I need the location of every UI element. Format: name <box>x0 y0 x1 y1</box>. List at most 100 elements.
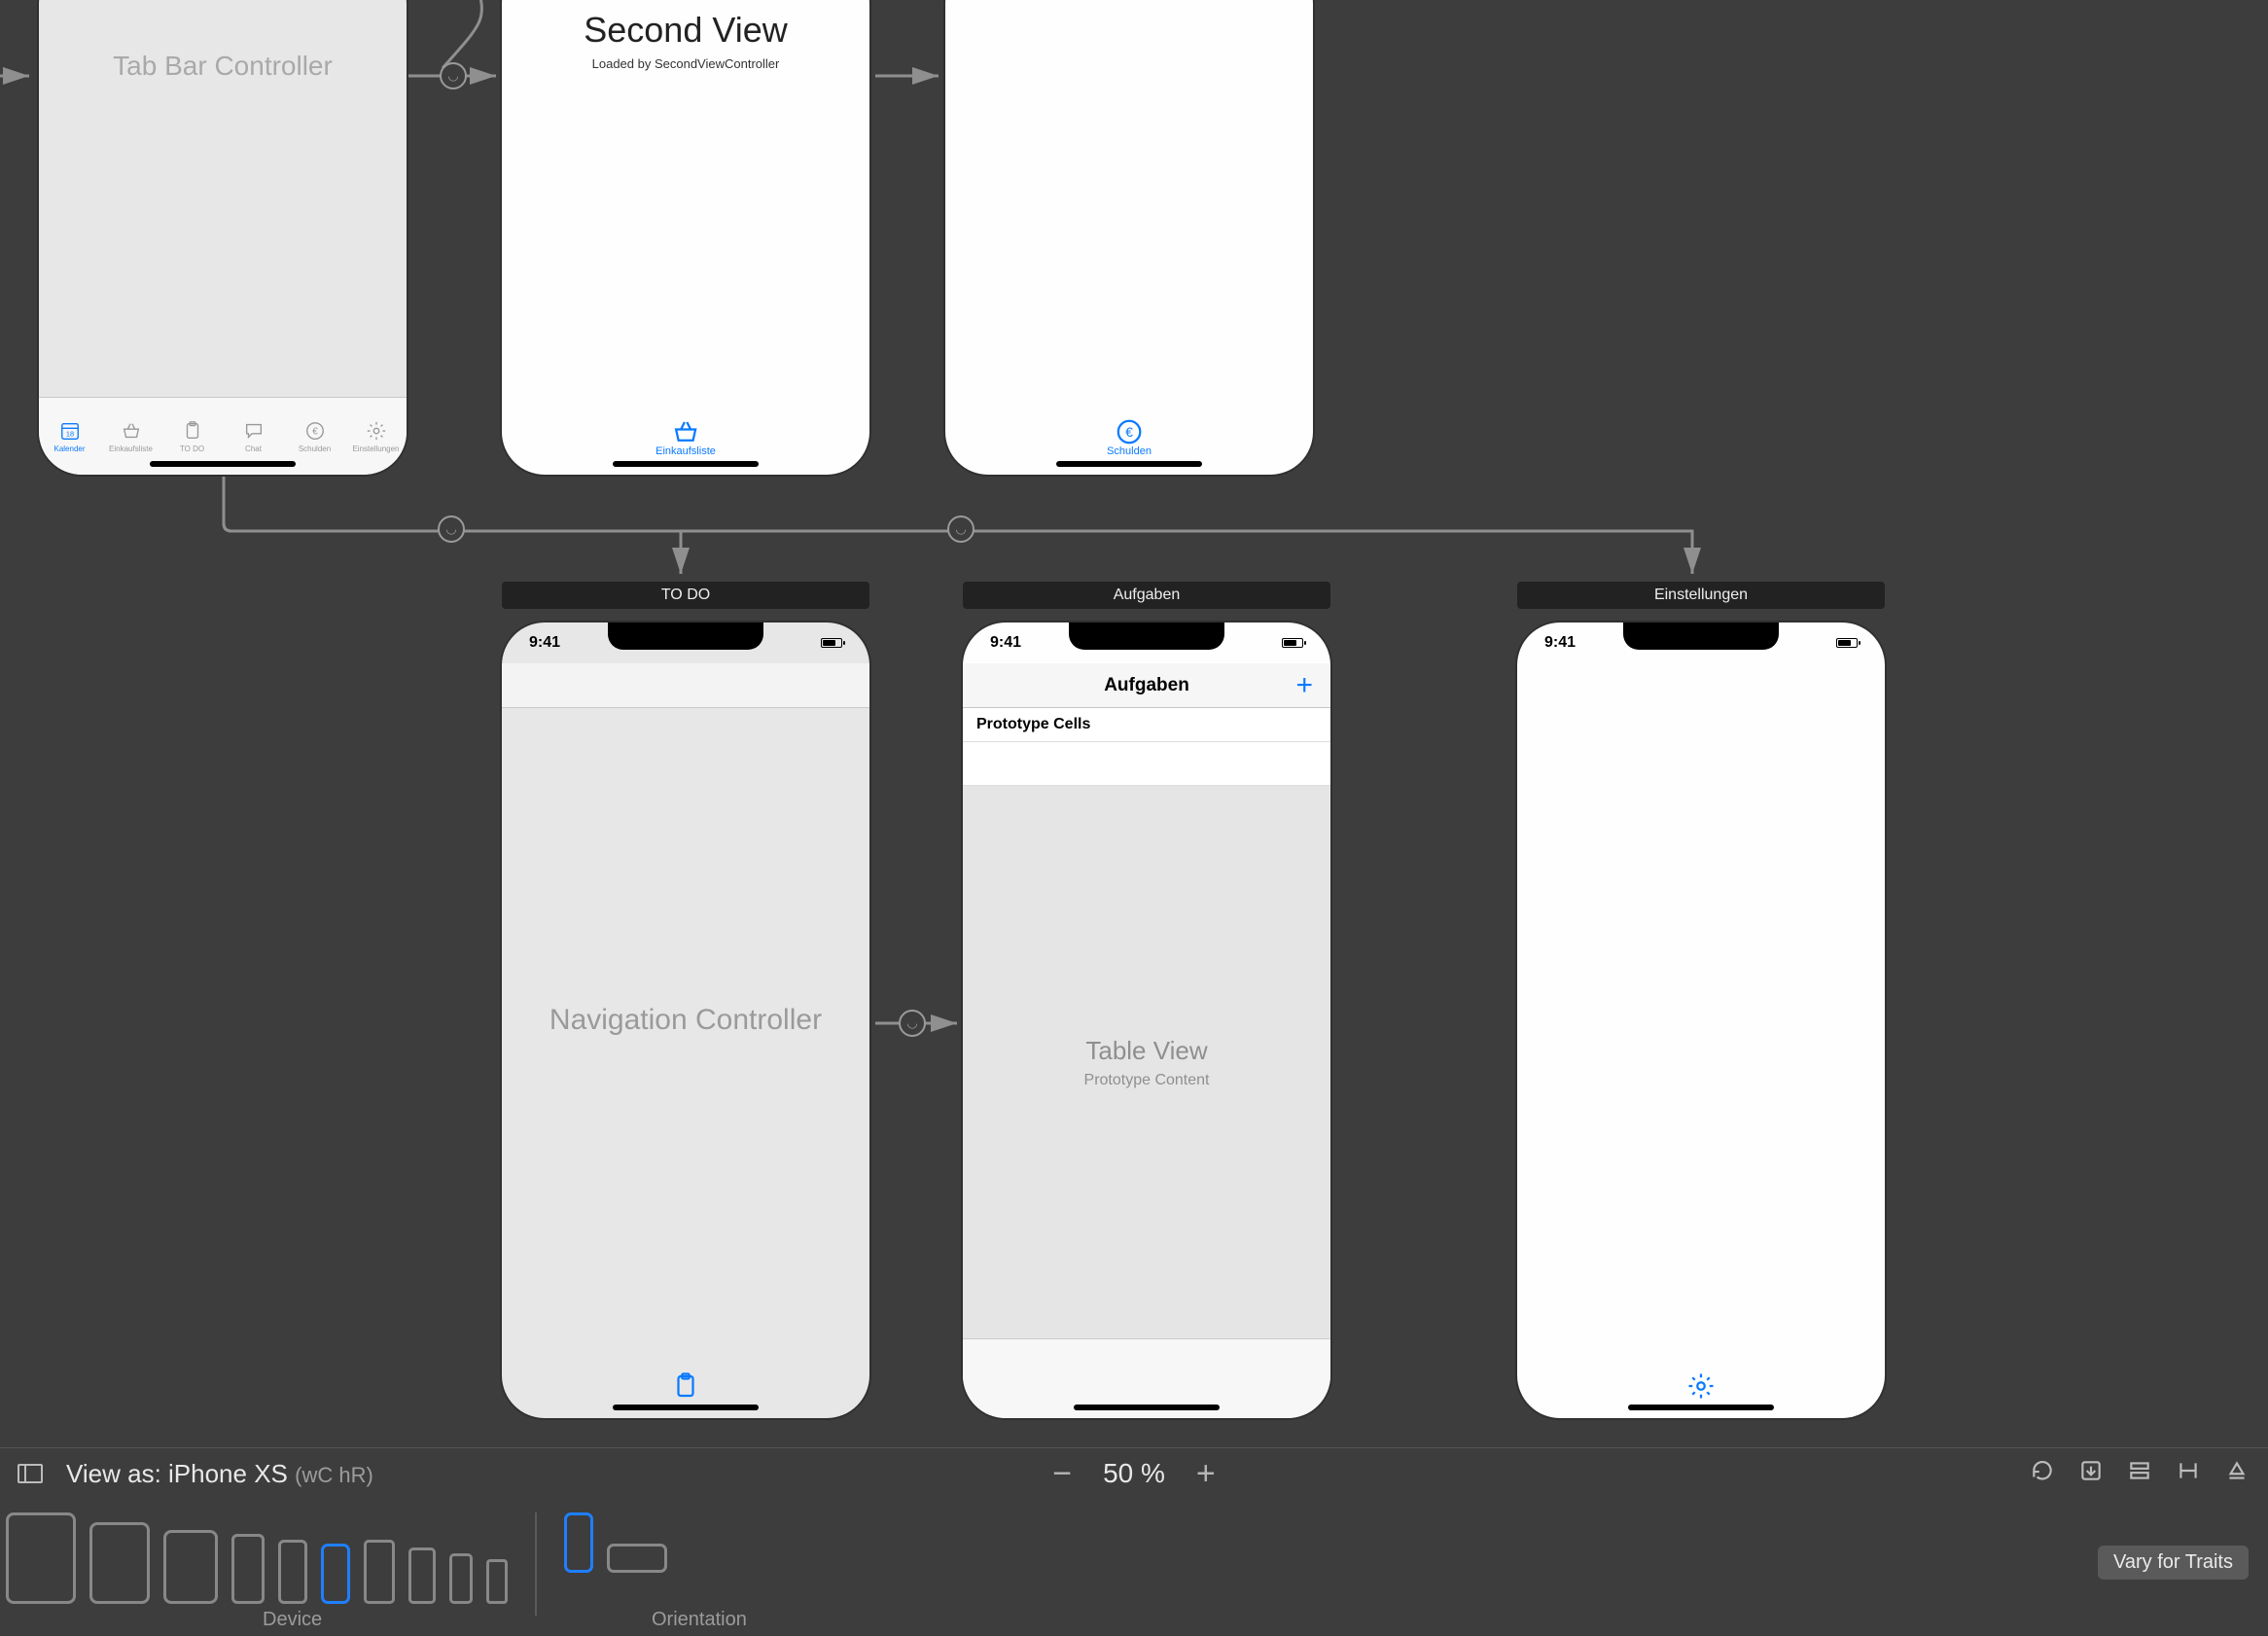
segue-badge[interactable]: ◡ <box>899 1010 926 1037</box>
tab-kalender[interactable]: 18 Kalender <box>39 398 100 457</box>
tab-einstellungen-single[interactable] <box>1686 1371 1716 1397</box>
storyboard-canvas[interactable]: ◡ ◡ ◡ ◡ Tab Bar Controller 18 Kalender E… <box>0 0 2268 1636</box>
battery-icon <box>821 638 842 648</box>
clipboard-icon <box>180 420 205 442</box>
tab-label: Schulden <box>1107 445 1152 457</box>
clipboard-icon <box>671 1371 700 1397</box>
tab-schulden[interactable]: € Schulden <box>284 398 345 457</box>
tab-einkaufsliste[interactable]: Einkaufsliste <box>100 398 161 457</box>
home-indicator <box>1056 461 1202 467</box>
tab-label: Einstellungen <box>352 445 399 453</box>
euro-icon: € <box>302 420 328 442</box>
scene-schulden[interactable]: € Schulden <box>945 0 1313 475</box>
euro-icon: € <box>1115 417 1144 443</box>
resolve-icon[interactable] <box>2223 1458 2250 1490</box>
add-button[interactable]: + <box>1295 669 1313 702</box>
table-view-subtitle: Prototype Content <box>1084 1072 1210 1089</box>
scene-navigation-controller[interactable]: 9:41 Navigation Controller <box>502 622 869 1418</box>
table-view-placeholder: Table View Prototype Content <box>963 786 1330 1338</box>
scene-header-aufgaben[interactable]: Aufgaben <box>963 582 1330 609</box>
view-as-label[interactable]: View as: iPhone XS (wC hR) <box>66 1459 373 1489</box>
align-icon[interactable] <box>2126 1458 2153 1490</box>
tab-einstellungen[interactable]: Einstellungen <box>345 398 407 457</box>
tab-label: Chat <box>245 445 262 453</box>
scene-table-view[interactable]: 9:41 Aufgaben + Prototype Cells Table Vi… <box>963 622 1330 1418</box>
tab-label: Schulden <box>299 445 331 453</box>
nav-title: Aufgaben <box>1104 675 1189 696</box>
device-bar: View as: iPhone XS (wC hR) − 50 % + <box>0 1447 2268 1636</box>
home-indicator <box>1074 1405 1220 1410</box>
home-indicator <box>613 461 759 467</box>
tab-label: TO DO <box>180 445 204 453</box>
orientation-picker <box>564 1512 667 1573</box>
second-view-subtitle: Loaded by SecondViewController <box>502 56 869 71</box>
status-time: 9:41 <box>1544 634 1576 652</box>
embed-icon[interactable] <box>2077 1458 2105 1490</box>
zoom-in-button[interactable]: + <box>1196 1455 1216 1493</box>
device-iphone-xs[interactable] <box>321 1544 350 1604</box>
device-picker <box>6 1512 508 1604</box>
notch <box>608 622 763 650</box>
scene-header-todo[interactable]: TO DO <box>502 582 869 609</box>
svg-text:€: € <box>312 427 318 438</box>
second-view-content: Second View Loaded by SecondViewControll… <box>502 10 869 71</box>
device-label: Device <box>263 1609 322 1631</box>
scene-einstellungen[interactable]: 9:41 <box>1517 622 1885 1418</box>
status-time: 9:41 <box>990 634 1021 652</box>
table-view-title: Table View <box>1085 1036 1207 1066</box>
second-view-title: Second View <box>502 10 869 51</box>
scene-second-view[interactable]: Second View Loaded by SecondViewControll… <box>502 0 869 475</box>
device-ipad-large[interactable] <box>6 1512 76 1604</box>
notch <box>1069 622 1224 650</box>
tab-schulden-single[interactable]: € Schulden <box>1107 417 1152 457</box>
scene-header-einstellungen[interactable]: Einstellungen <box>1517 582 1885 609</box>
tab-chat[interactable]: Chat <box>223 398 284 457</box>
segue-badge[interactable]: ◡ <box>438 516 465 543</box>
device-iphone-se[interactable] <box>449 1553 473 1604</box>
device-iphone-max[interactable] <box>231 1534 265 1604</box>
battery-icon <box>1836 638 1858 648</box>
tab-todo-single[interactable] <box>671 1371 700 1397</box>
tab-label: Einkaufsliste <box>656 445 716 457</box>
scene-tabbarcontroller[interactable]: Tab Bar Controller 18 Kalender Einkaufsl… <box>39 0 407 475</box>
basket-icon <box>119 420 144 442</box>
notch <box>1623 622 1779 650</box>
zoom-out-button[interactable]: − <box>1052 1455 1072 1493</box>
battery-icon <box>1282 638 1303 648</box>
orientation-label: Orientation <box>652 1609 747 1631</box>
orientation-landscape[interactable] <box>607 1544 667 1573</box>
device-iphone-xr[interactable] <box>278 1540 307 1604</box>
pin-icon[interactable] <box>2175 1458 2202 1490</box>
home-indicator <box>1628 1405 1774 1410</box>
svg-text:18: 18 <box>65 430 73 439</box>
segue-badge[interactable]: ◡ <box>947 516 975 543</box>
svg-text:€: € <box>1125 425 1133 440</box>
chat-icon <box>241 420 266 442</box>
prototype-cells-header: Prototype Cells <box>963 708 1330 742</box>
nav-controller-title: Navigation Controller <box>502 622 869 1418</box>
tab-todo[interactable]: TO DO <box>161 398 223 457</box>
separator <box>535 1512 537 1616</box>
refresh-icon[interactable] <box>2029 1458 2056 1490</box>
tab-label: Einkaufsliste <box>109 445 153 453</box>
tab-einkaufsliste-single[interactable]: Einkaufsliste <box>656 417 716 457</box>
status-time: 9:41 <box>529 634 560 652</box>
device-iphone-plus[interactable] <box>364 1540 395 1604</box>
device-iphone-4s[interactable] <box>486 1559 508 1604</box>
vary-for-traits-button[interactable]: Vary for Traits <box>2098 1546 2249 1580</box>
prototype-cell-row[interactable] <box>963 743 1330 786</box>
device-ipad-medium[interactable] <box>89 1522 150 1604</box>
calendar-icon: 18 <box>57 420 83 442</box>
device-ipad-small[interactable] <box>163 1530 218 1604</box>
basket-icon <box>671 417 700 443</box>
gear-icon <box>1686 1371 1716 1397</box>
gear-icon <box>364 420 389 442</box>
orientation-portrait[interactable] <box>564 1512 593 1573</box>
zoom-level: 50 % <box>1103 1458 1165 1489</box>
zoom-controls: − 50 % + <box>1052 1455 1216 1493</box>
device-iphone-8[interactable] <box>408 1547 436 1604</box>
toggle-panel-button[interactable] <box>18 1464 43 1483</box>
tab-label: Kalender <box>53 445 85 453</box>
segue-badge[interactable]: ◡ <box>440 62 467 89</box>
home-indicator <box>613 1405 759 1410</box>
